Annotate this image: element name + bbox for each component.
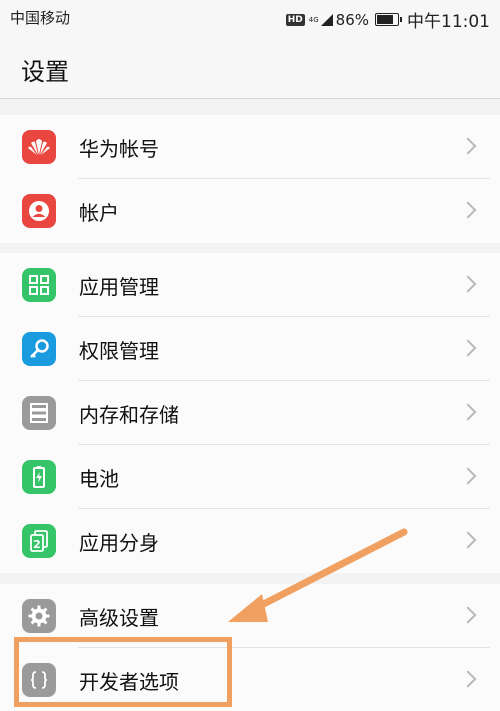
chevron-right-icon — [459, 403, 477, 421]
page-title: 设置 — [21, 58, 69, 86]
chevron-right-icon — [459, 531, 477, 549]
carrier-name: 中国移动 — [10, 9, 71, 27]
settings-item-huawei-account[interactable]: 华为帐号 — [0, 115, 500, 179]
battery-percent: 86% — [335, 10, 369, 29]
settings-item-app-twin[interactable]: 2 应用分身 — [0, 509, 500, 573]
huawei-logo-icon — [22, 130, 56, 164]
battery-icon — [375, 13, 402, 26]
settings-item-battery[interactable]: 电池 — [0, 445, 500, 509]
chevron-right-icon — [459, 467, 477, 485]
apps-grid-icon — [22, 268, 56, 302]
settings-item-label: 应用管理 — [79, 275, 159, 299]
chevron-right-icon — [459, 339, 477, 357]
clock: 中午11:01 — [407, 12, 490, 32]
settings-item-label: 帐户 — [79, 201, 119, 225]
settings-item-permission-management[interactable]: 权限管理 — [0, 317, 500, 381]
settings-item-label: 内存和存储 — [79, 403, 179, 427]
chevron-right-icon — [459, 670, 477, 688]
signal-icon — [320, 13, 333, 26]
settings-item-label: 权限管理 — [79, 339, 159, 363]
key-icon — [22, 332, 56, 366]
settings-item-label: 华为帐号 — [79, 137, 159, 161]
settings-group-account: 华为帐号 帐户 — [0, 115, 500, 243]
settings-item-memory-storage[interactable]: 内存和存储 — [0, 381, 500, 445]
status-bar: 中国移动 HD 4G 86% 中午11:01 — [0, 0, 500, 36]
highlight-box — [14, 637, 232, 707]
chevron-right-icon — [459, 606, 477, 624]
battery-icon — [22, 460, 56, 494]
settings-item-app-management[interactable]: 应用管理 — [0, 253, 500, 317]
settings-group-device: 应用管理 权限管理 内存和存储 电池 2 应用分身 — [0, 253, 500, 573]
settings-item-label: 电池 — [79, 467, 119, 491]
chevron-right-icon — [459, 137, 477, 155]
user-account-icon — [22, 194, 56, 228]
hd-icon: HD — [285, 13, 305, 26]
storage-icon — [22, 396, 56, 430]
status-icons: HD 4G 86% 中午11:01 — [285, 7, 490, 32]
settings-item-account[interactable]: 帐户 — [0, 179, 500, 243]
settings-item-label: 高级设置 — [79, 606, 159, 630]
svg-text:2: 2 — [33, 538, 41, 551]
gear-icon — [22, 599, 56, 633]
network-type: 4G — [308, 15, 319, 24]
settings-item-label: 应用分身 — [79, 531, 159, 555]
chevron-right-icon — [459, 201, 477, 219]
settings-header: 设置 — [0, 36, 500, 99]
app-twin-icon: 2 — [22, 524, 56, 558]
chevron-right-icon — [459, 275, 477, 293]
